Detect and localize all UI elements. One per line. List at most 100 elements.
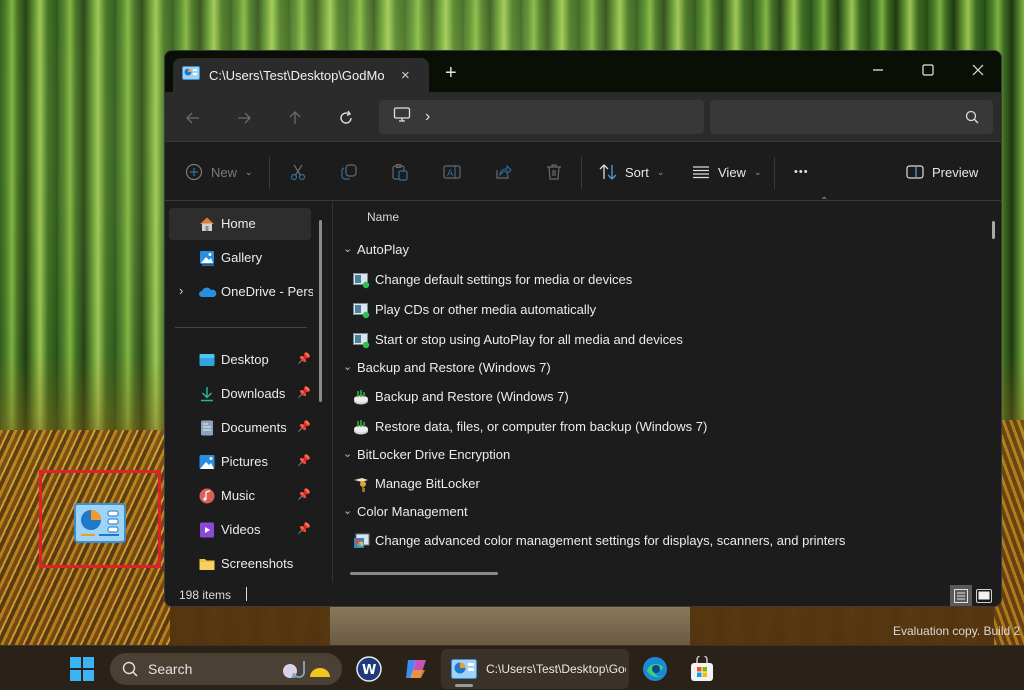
pin-icon[interactable]: 📌 [297,352,311,365]
pictures-icon [199,454,215,470]
toolbar-divider [269,157,270,189]
taskbar-window-title: C:\Users\Test\Desktop\GodMode [486,662,626,676]
refresh-button[interactable] [334,106,358,130]
chevron-right-icon[interactable]: › [179,283,183,298]
up-button[interactable] [283,106,307,130]
sidebar-item-videos[interactable]: Videos 📌 [169,514,311,546]
sidebar-divider [175,327,307,328]
list-item[interactable]: Backup and Restore (Windows 7) [333,383,983,411]
sidebar-item-gallery[interactable]: Gallery [169,242,311,274]
item-label: Restore data, files, or computer from ba… [375,419,708,434]
list-item[interactable]: Start or stop using AutoPlay for all med… [333,326,983,354]
rename-button[interactable]: A [443,160,461,184]
file-explorer-window: C:\Users\Test\Desktop\GodMode × + › New … [164,50,1002,607]
new-tab-button[interactable]: + [445,62,457,85]
preview-pane-button[interactable]: Preview [906,160,978,184]
maximize-button[interactable] [905,55,951,85]
sort-icon [599,164,617,180]
chevron-down-icon: ⌄ [343,243,353,255]
breadcrumb-chevron-icon[interactable]: › [425,108,430,126]
sidebar-label: Screenshots [221,556,294,571]
forward-button[interactable] [232,106,256,130]
taskbar-app-edge[interactable] [639,653,671,685]
sort-button[interactable]: Sort ⌄ [599,160,664,184]
share-icon [496,164,512,179]
desktop-shortcut-godmode[interactable] [39,470,161,568]
search-highlight-icon [280,659,336,686]
tab-title: C:\Users\Test\Desktop\GodMode [209,67,385,83]
sidebar-item-documents[interactable]: Documents 📌 [169,412,311,444]
large-icons-view-button[interactable] [973,585,995,606]
new-button[interactable]: New ⌄ [185,160,253,184]
pin-icon[interactable]: 📌 [297,386,311,399]
cut-button[interactable] [289,160,307,184]
taskbar-app-wordweb[interactable]: W [353,653,385,685]
item-label: Start or stop using AutoPlay for all med… [375,332,683,347]
store-icon [691,656,713,681]
address-bar[interactable]: › [379,100,704,134]
more-options-button[interactable]: ••• [794,160,809,184]
share-button[interactable] [494,160,512,184]
sidebar-item-onedrive[interactable]: › OneDrive - Personal [169,276,313,308]
group-header-bitlocker[interactable]: ⌄ BitLocker Drive Encryption [333,441,983,469]
list-item[interactable]: Change advanced color management setting… [333,527,983,555]
sidebar-item-home[interactable]: Home [169,208,311,240]
tab-godmode[interactable]: C:\Users\Test\Desktop\GodMode × [173,58,429,92]
sidebar-item-desktop[interactable]: Desktop 📌 [169,344,311,376]
navigation-bar: › [165,92,1001,142]
pin-icon[interactable]: 📌 [297,454,311,467]
pin-icon[interactable]: 📌 [297,420,311,433]
videos-icon [199,522,215,538]
sidebar-item-music[interactable]: Music 📌 [169,480,311,512]
item-label: Manage BitLocker [375,476,480,491]
vertical-scrollbar[interactable] [992,221,995,239]
delete-button[interactable] [545,160,563,184]
status-separator [246,587,247,601]
taskbar-app-file-explorer[interactable]: C:\Users\Test\Desktop\GodMode [441,649,629,689]
list-item[interactable]: Play CDs or other media automatically [333,296,983,324]
autoplay-icon [353,332,370,349]
pin-icon[interactable]: 📌 [297,488,311,501]
chevron-down-icon: ⌄ [656,166,665,177]
documents-icon [199,420,215,436]
pin-icon[interactable]: 📌 [297,522,311,535]
sidebar-item-downloads[interactable]: Downloads 📌 [169,378,311,410]
view-button[interactable]: View ⌄ [692,160,762,184]
start-button[interactable] [70,657,94,686]
taskbar-search[interactable]: Search [110,653,342,685]
list-item[interactable]: Manage BitLocker [333,470,983,498]
sidebar-item-screenshots[interactable]: Screenshots [169,548,311,580]
taskbar-app-copilot[interactable] [400,653,432,685]
edge-icon [643,657,667,681]
preview-pane-icon [906,165,924,179]
list-item[interactable]: Change default settings for media or dev… [333,266,983,294]
list-item[interactable]: Restore data, files, or computer from ba… [333,413,983,441]
paste-button[interactable] [391,160,409,184]
evaluation-watermark: Evaluation copy. Build 2 [893,624,1021,638]
horizontal-scrollbar[interactable] [350,572,498,575]
copy-button[interactable] [340,160,358,184]
backup-icon [353,419,370,436]
sidebar-item-pictures[interactable]: Pictures 📌 [169,446,311,478]
taskbar-app-store[interactable] [686,653,718,685]
details-view-button[interactable] [950,585,972,606]
close-tab-icon[interactable]: × [401,67,410,84]
toolbar-divider [774,157,775,189]
sidebar-scrollbar[interactable] [319,220,322,402]
item-label: Change advanced color management setting… [375,533,846,548]
column-header-name[interactable]: Name [367,210,399,224]
group-header-autoplay[interactable]: ⌄ AutoPlay [333,236,983,264]
group-header-backup[interactable]: ⌄ Backup and Restore (Windows 7) [333,354,983,382]
close-window-button[interactable] [955,55,1001,85]
close-icon [972,64,984,76]
back-button[interactable] [181,106,205,130]
view-label: View [718,164,746,180]
sort-ascending-icon: ⌃ [820,196,829,207]
group-header-color-management[interactable]: ⌄ Color Management [333,498,983,526]
minimize-button[interactable] [855,55,901,85]
backup-icon [353,389,370,406]
search-input[interactable] [710,100,993,134]
windows-logo-icon [70,657,94,681]
rename-icon: A [443,165,461,179]
taskbar: Search W C:\Users\Test\Desktop\GodMode [0,645,1024,690]
